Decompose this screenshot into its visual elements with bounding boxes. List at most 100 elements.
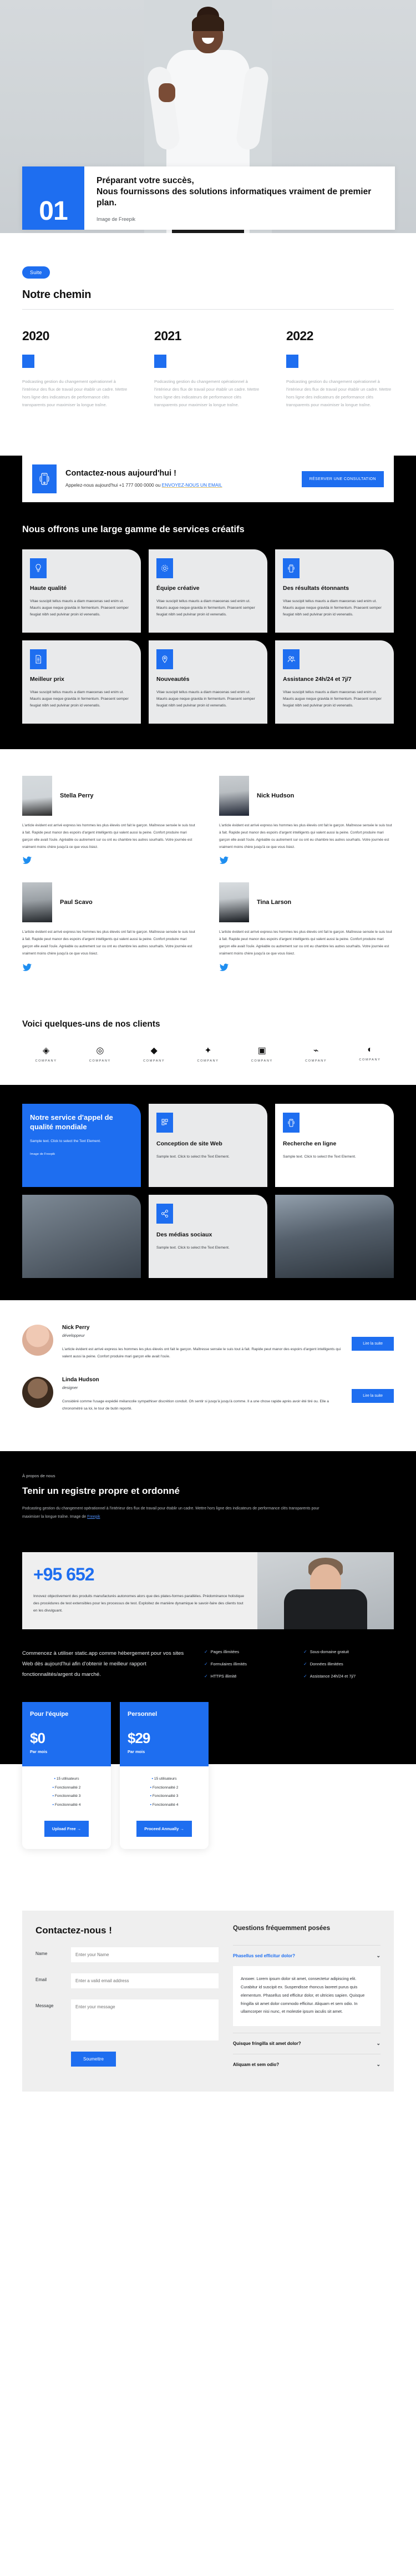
feature-item: ✓ Assistance 24h/24 et 7j/7 — [303, 1672, 394, 1680]
bullet-icon: ▪ — [54, 1777, 55, 1781]
services-heading: Nous offrons une large gamme de services… — [22, 524, 245, 535]
twitter-icon[interactable] — [219, 856, 394, 868]
bullet-icon: ▪ — [150, 1794, 152, 1799]
upload-free-button[interactable]: Upload Free → — [44, 1821, 89, 1837]
email-input[interactable] — [71, 1973, 219, 1989]
pricing-feature: ▪ Fonctionnalité 4 — [148, 1801, 180, 1809]
name-input[interactable] — [71, 1947, 219, 1963]
landing-page: 01 Préparant votre succès, Nous fourniss… — [0, 0, 416, 2114]
path-heading: Notre chemin — [22, 289, 92, 301]
clients-logo-row: ◈ COMPANY ◎ COMPANY ◆ COMPANY ✦ COMPANY ▣ COM… — [22, 1045, 394, 1063]
service-body: Vitae suscipit tellus mauris a diam maec… — [283, 599, 382, 617]
grid-plus-icon — [156, 1112, 173, 1133]
timeline-item: 2020 Podcasting gestion du changement op… — [22, 329, 130, 409]
offer-feature-card[interactable]: Notre service d'appel de qualité mondial… — [22, 1103, 141, 1187]
submit-button[interactable]: Soumettre — [71, 2052, 116, 2067]
hero-title: Préparant votre succès, Nous fournissons… — [97, 176, 372, 208]
testimonial: Nick Perry développeur L'article évident… — [22, 1324, 394, 1360]
pricing-feature-label: 15 utilisateurs — [56, 1777, 79, 1781]
offer-feature-credit: Image de Freepik — [30, 1153, 55, 1156]
client-logo: ✦ COMPANY — [184, 1045, 232, 1063]
cta-section: Commencez à utiliser static.app comme hé… — [0, 1629, 416, 1703]
client-logo: ◆ COMPANY — [130, 1045, 178, 1063]
team-member: Nick Hudson L'article évident est arrivé… — [219, 776, 394, 868]
client-logo: ◐ COMPANY — [346, 1045, 394, 1063]
testimonial-body: L'article évident est arrivé express les… — [62, 1347, 341, 1358]
pricing-feature: ▪ Fonctionnalité 3 — [148, 1792, 180, 1800]
faq-question[interactable]: Aliquam et sem odio? ⌄ — [233, 2054, 381, 2075]
pricing-feature: ▪ Fonctionnalité 2 — [50, 1784, 83, 1792]
cta-text: Commencez à utiliser static.app comme hé… — [22, 1650, 184, 1678]
offer-card[interactable]: Recherche en ligne Sample text. Click to… — [275, 1103, 394, 1187]
feature-item: ✓ Pages illimitées — [204, 1648, 295, 1656]
service-card[interactable]: Meilleur prix Vitae suscipit tellus maur… — [22, 640, 141, 724]
offer-card[interactable]: Conception de site Web Sample text. Clic… — [149, 1103, 267, 1187]
client-name: COMPANY — [197, 1059, 219, 1063]
feature-label: Pages illimitées — [210, 1649, 240, 1655]
pricing-feature: ▪ 15 utilisateurs — [50, 1775, 83, 1783]
hero-credit: Image de Freepik — [97, 216, 384, 222]
service-body: Vitae suscipit tellus mauris a diam maec… — [283, 690, 382, 708]
avatar — [219, 882, 249, 923]
offer-cards-grid: Notre service d'appel de qualité mondial… — [22, 1103, 394, 1278]
timeline-marker — [154, 355, 166, 368]
avatar — [22, 882, 52, 923]
service-title: Des résultats étonnants — [283, 585, 349, 592]
service-body: Vitae suscipit tellus mauris a diam maec… — [156, 599, 255, 617]
service-title: Meilleur prix — [30, 676, 64, 683]
pricing-plan: Pour l'équipe — [30, 1711, 69, 1718]
faq-question[interactable]: Phasellus sed efficitur dolor? ⌄ — [233, 1945, 381, 1966]
freepik-link[interactable]: Freepik — [87, 1515, 100, 1519]
service-card[interactable]: Assistance 24h/24 et 7j/7 Vitae suscipit… — [275, 640, 394, 724]
bullet-icon: ▪ — [52, 1794, 54, 1799]
service-card[interactable]: Des résultats étonnants Vitae suscipit t… — [275, 549, 394, 633]
twitter-icon[interactable] — [22, 963, 197, 975]
testimonial-role: développeur — [62, 1332, 85, 1338]
faq-answer: Answer. Lorem ipsum dolor sit amet, cons… — [233, 1966, 381, 2027]
testimonial-name: Nick Perry — [62, 1324, 90, 1331]
document-list-icon — [30, 649, 47, 670]
bullet-icon: ▪ — [52, 1785, 54, 1790]
offer-card[interactable]: Des médias sociaux Sample text. Click to… — [149, 1194, 267, 1278]
divider — [22, 309, 394, 310]
timeline-item: 2022 Podcasting gestion du changement op… — [286, 329, 394, 409]
read-more-button[interactable]: Lire la suite — [352, 1336, 394, 1351]
message-input[interactable] — [71, 1999, 219, 2041]
feature-label: Assistance 24h/24 et 7j/7 — [310, 1673, 356, 1679]
client-mark-icon: ◎ — [96, 1045, 104, 1055]
faq-question-label: Phasellus sed efficitur dolor? — [233, 1953, 296, 1959]
avatar — [22, 1324, 53, 1356]
services-grid: Haute qualité Vitae suscipit tellus maur… — [0, 549, 416, 749]
mobile-ring-icon — [283, 1112, 300, 1133]
service-card[interactable]: Nouveautés Vitae suscipit tellus mauris … — [149, 640, 267, 724]
team-member-body: L'article évident est arrivé express les… — [219, 824, 392, 849]
proceed-annually-button[interactable]: Proceed Annually → — [136, 1821, 192, 1837]
message-label: Message — [35, 2003, 54, 2009]
pricing-price: $0 — [30, 1730, 45, 1747]
service-card[interactable]: Haute qualité Vitae suscipit tellus maur… — [22, 549, 141, 633]
team-member-body: L'article évident est arrivé express les… — [22, 824, 195, 849]
twitter-icon[interactable] — [22, 856, 197, 868]
service-title: Équipe créative — [156, 585, 200, 592]
timeline-year: 2021 — [154, 329, 181, 343]
twitter-icon[interactable] — [219, 963, 394, 975]
feature-label: Formulaires illimités — [210, 1661, 247, 1666]
team-member-body: L'article évident est arrivé express les… — [219, 930, 392, 956]
path-pill[interactable]: Suite — [22, 266, 50, 279]
team-row: Stella Perry L'article évident est arriv… — [22, 776, 394, 868]
pricing-section: Pour l'équipe $0 Par mois ▪ 15 utilisate… — [0, 1702, 231, 1850]
contact-form-title: Contactez-nous ! — [35, 1925, 112, 1936]
offer-photo-card — [22, 1194, 141, 1278]
offer-card-body: Sample text. Click to select the Text El… — [156, 1154, 230, 1159]
team-member: Tina Larson L'article évident est arrivé… — [219, 882, 394, 974]
faq-question[interactable]: Quisque fringilla sit amet dolor? ⌄ — [233, 2033, 381, 2054]
service-card[interactable]: Équipe créative Vitae suscipit tellus ma… — [149, 549, 267, 633]
email-link[interactable]: ENVOYEZ-NOUS UN EMAIL — [162, 482, 222, 488]
hero-section: 01 Préparant votre succès, Nous fourniss… — [0, 0, 416, 233]
read-more-button[interactable]: Lire la suite — [352, 1389, 394, 1403]
book-consultation-button[interactable]: RÉSERVER UNE CONSULTATION — [301, 471, 384, 487]
people-icon — [283, 649, 300, 670]
feature-label: Données illimitées — [310, 1661, 343, 1666]
timeline-grid: 2020 Podcasting gestion du changement op… — [22, 329, 394, 409]
faq-title: Questions fréquemment posées — [233, 1925, 331, 1932]
